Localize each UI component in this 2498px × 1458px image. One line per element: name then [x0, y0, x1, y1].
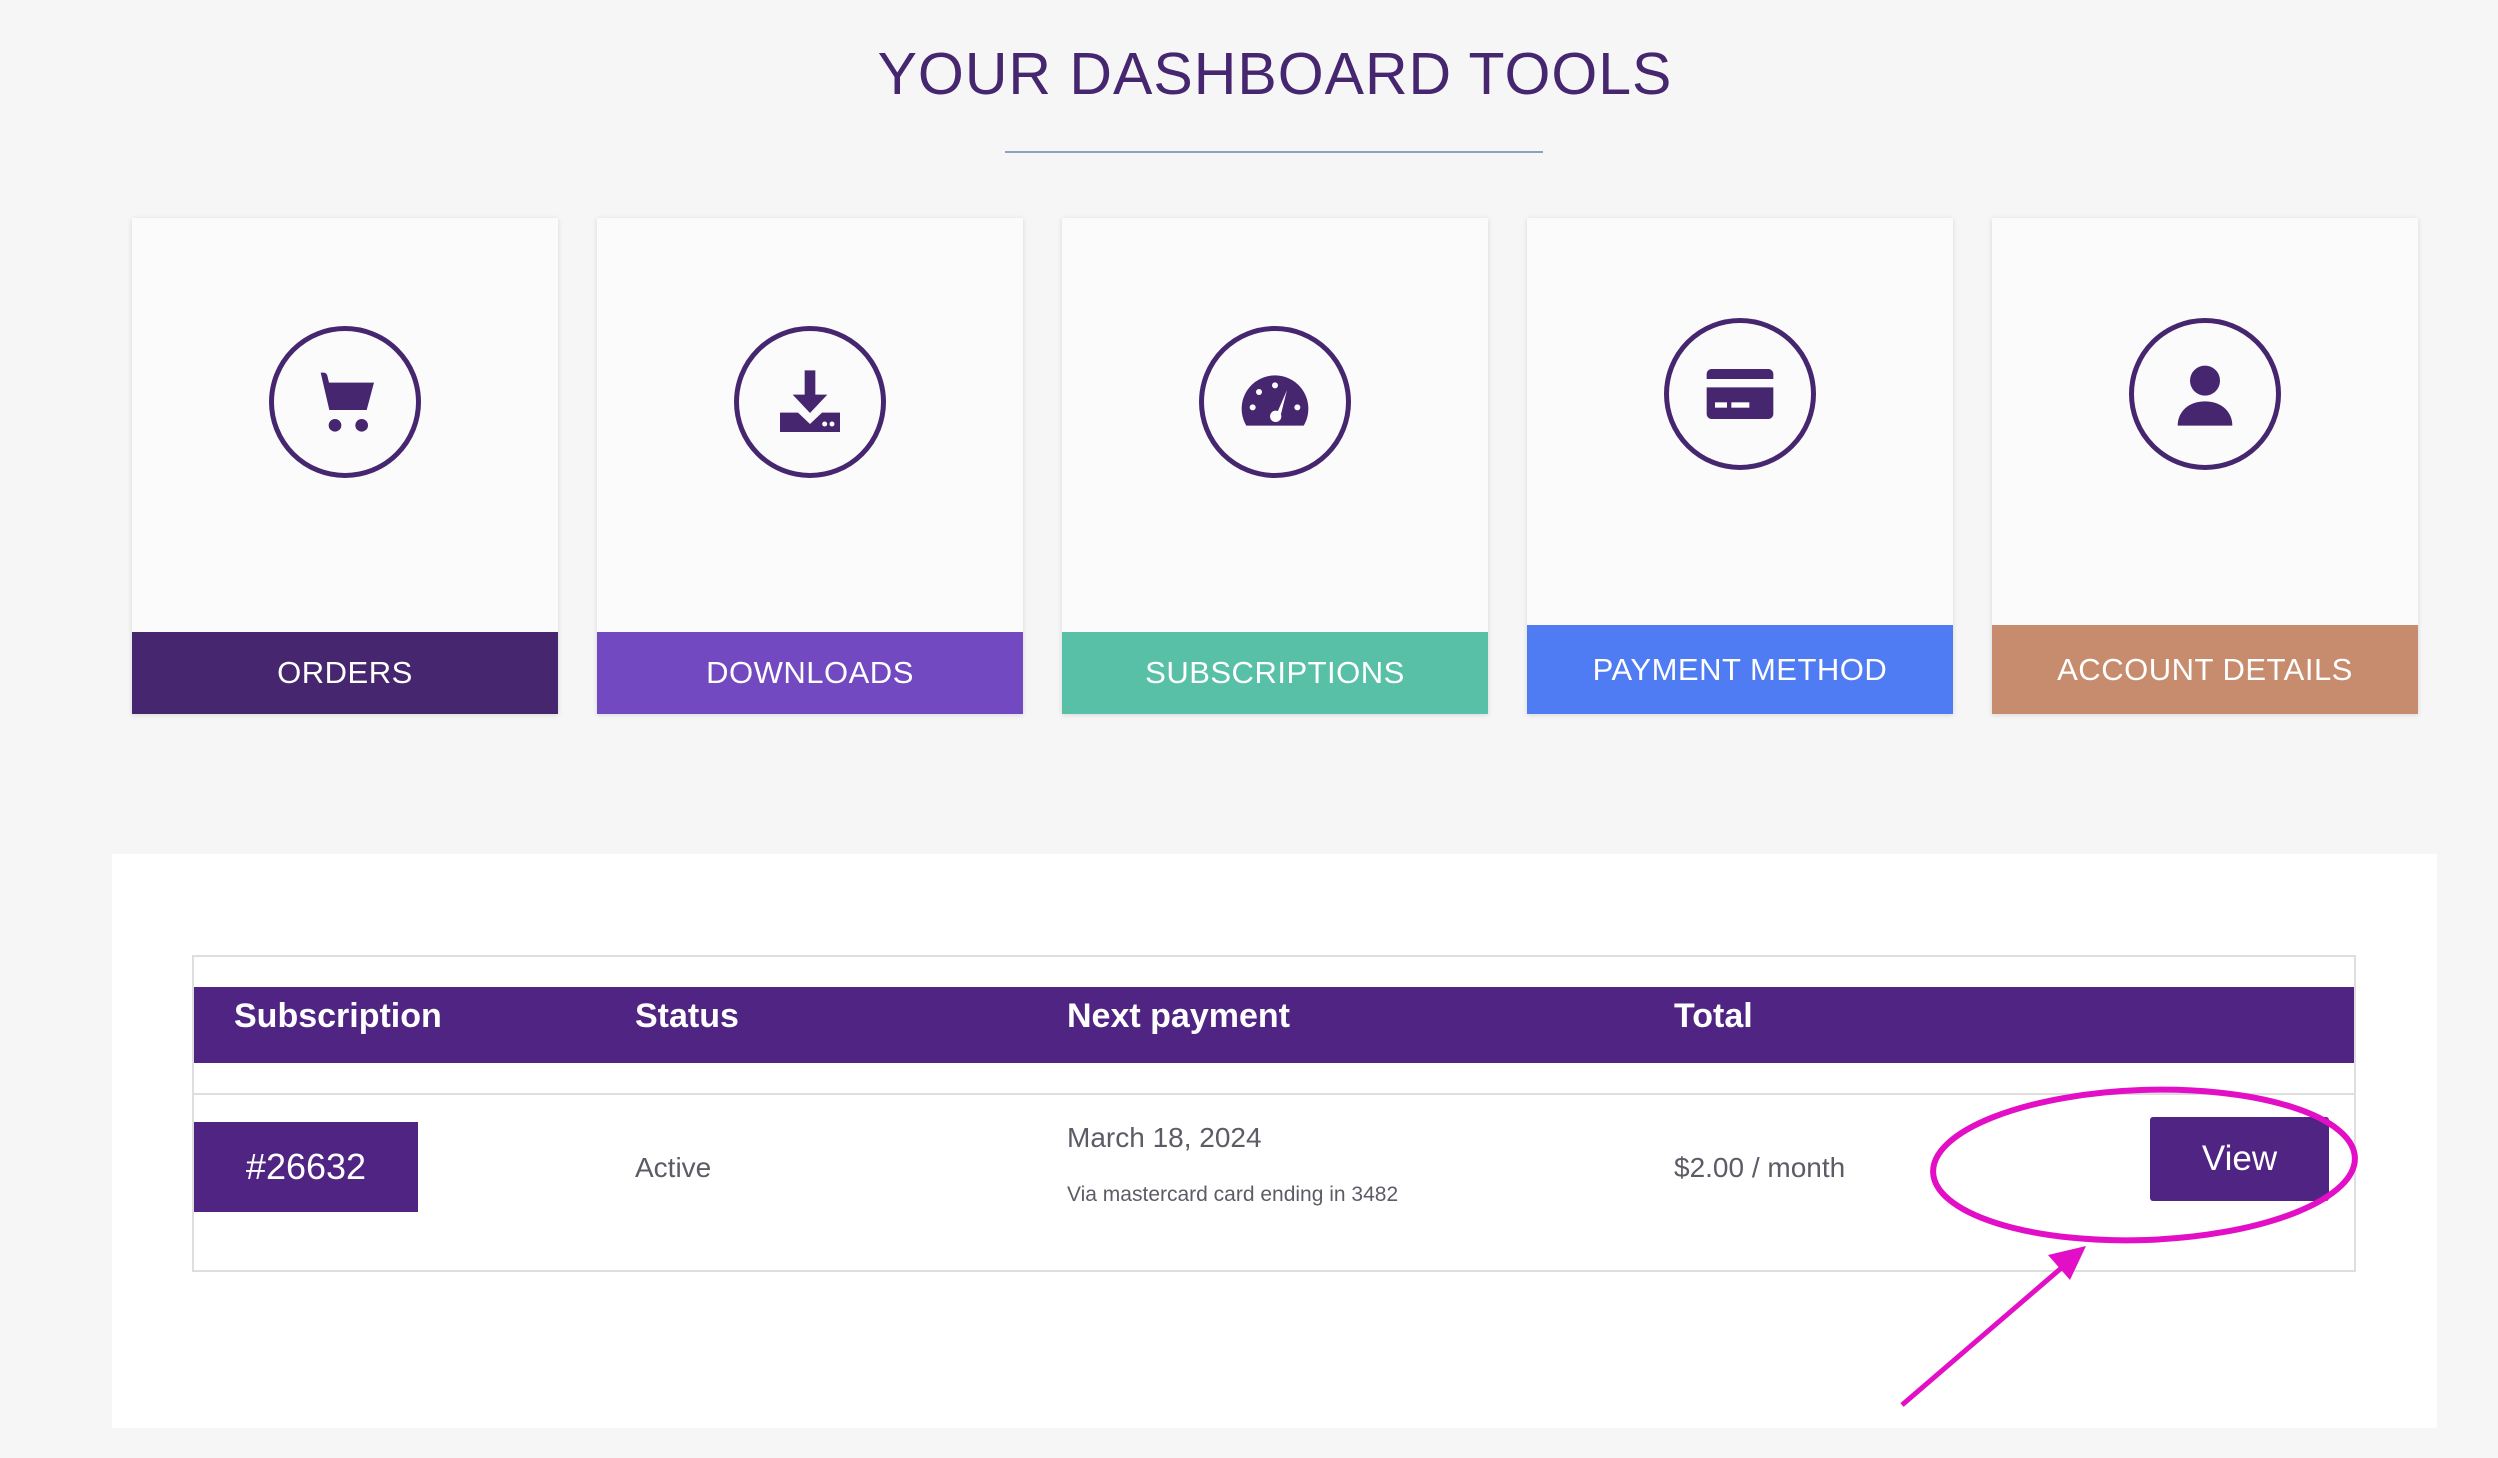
downloads-label: DOWNLOADS	[597, 632, 1023, 714]
column-header-next-payment: Next payment	[1067, 997, 1290, 1035]
account-details-label: ACCOUNT DETAILS	[1992, 625, 2418, 714]
user-icon	[2177, 365, 2233, 426]
title-divider	[1005, 151, 1543, 153]
payment-method-note: Via mastercard card ending in 3482	[1067, 1183, 1399, 1206]
credit-card-icon	[1706, 369, 1774, 419]
subscription-id-link[interactable]: #26632	[194, 1122, 418, 1212]
subscriptions-panel: Subscription Status Next payment Total #…	[112, 854, 2437, 1428]
next-payment-date: March 18, 2024	[1067, 1122, 1262, 1153]
column-header-status: Status	[635, 997, 739, 1035]
subscriptions-table: Subscription Status Next payment Total #…	[192, 955, 2356, 1272]
column-header-subscription: Subscription	[234, 997, 442, 1035]
orders-label: ORDERS	[132, 632, 558, 714]
cart-icon-circle	[269, 326, 421, 478]
view-subscription-button[interactable]: View	[2150, 1117, 2329, 1201]
speedometer-icon	[1241, 375, 1309, 426]
row-divider	[194, 1093, 2354, 1095]
subscription-status: Active	[635, 1152, 712, 1183]
download-icon	[780, 370, 840, 432]
tool-card-orders[interactable]: ORDERS	[132, 218, 558, 714]
tool-card-downloads[interactable]: DOWNLOADS	[597, 218, 1023, 714]
user-icon-circle	[2129, 318, 2281, 470]
payment-method-label: PAYMENT METHOD	[1527, 625, 1953, 714]
credit-card-icon-circle	[1664, 318, 1816, 470]
speedometer-icon-circle	[1199, 326, 1351, 478]
column-header-total: Total	[1674, 997, 1753, 1035]
page-title: YOUR DASHBOARD TOOLS	[877, 41, 1673, 107]
dashboard-page: YOUR DASHBOARD TOOLS ORDERS DOWNLOADS SU…	[0, 0, 2498, 1458]
subscriptions-label: SUBSCRIPTIONS	[1062, 632, 1488, 714]
tool-card-subscriptions[interactable]: SUBSCRIPTIONS	[1062, 218, 1488, 714]
tool-card-payment-method[interactable]: PAYMENT METHOD	[1527, 218, 1953, 714]
tool-card-account-details[interactable]: ACCOUNT DETAILS	[1992, 218, 2418, 714]
table-header: Subscription Status Next payment Total	[194, 987, 2354, 1063]
download-icon-circle	[734, 326, 886, 478]
subscription-total: $2.00 / month	[1674, 1152, 1846, 1183]
cart-icon	[310, 372, 374, 432]
